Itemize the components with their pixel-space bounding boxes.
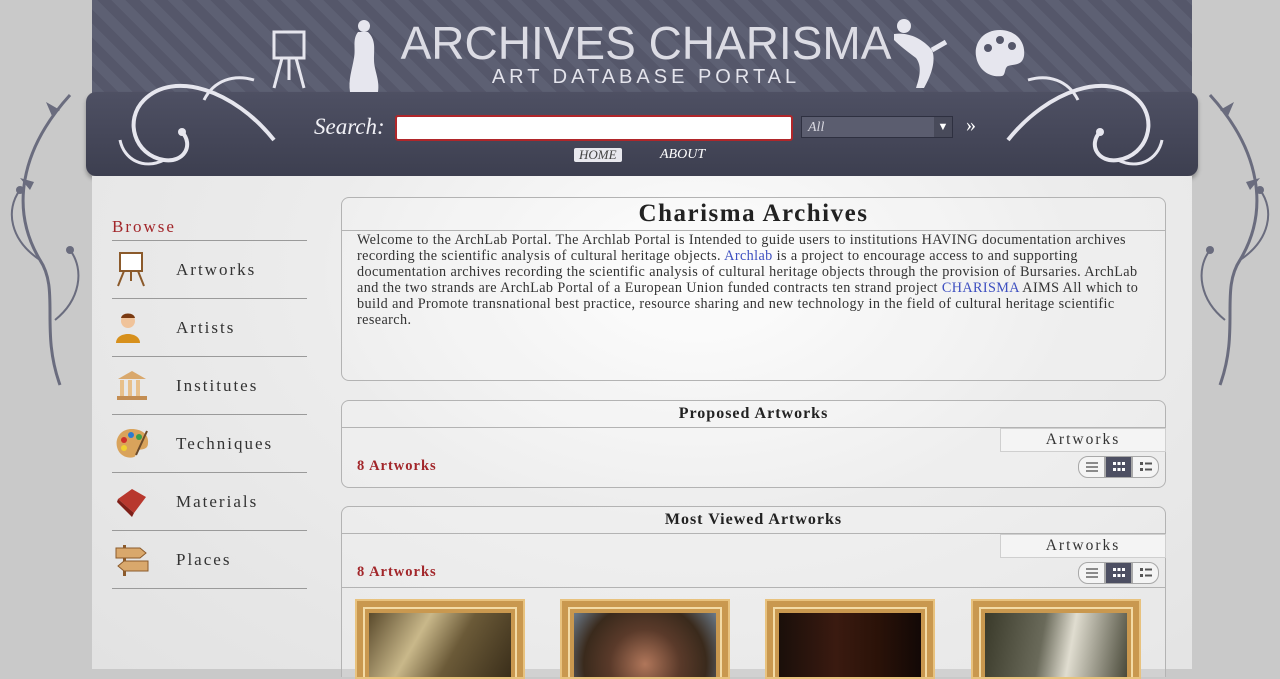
grid-view-icon — [1112, 462, 1125, 471]
search-scope-select[interactable]: All ▼ — [801, 116, 953, 138]
view-mode-toggle — [1078, 456, 1159, 478]
list-view-button[interactable] — [1078, 562, 1105, 584]
browse-item-label: Places — [176, 550, 232, 569]
nav-home-link[interactable]: HOME — [574, 148, 622, 162]
section-divider — [342, 587, 1165, 588]
easel-icon — [117, 252, 145, 287]
browse-list: Artworks Artists Institutes Techniques M… — [112, 240, 307, 589]
artwork-thumbnail[interactable] — [355, 599, 525, 679]
museum-icon — [117, 371, 147, 400]
browse-heading: Browse — [112, 217, 176, 236]
detail-view-icon — [1139, 568, 1152, 577]
left-flourish — [118, 76, 276, 166]
thumbnail-frame — [979, 607, 1133, 677]
browse-item-artworks[interactable]: Artworks — [112, 240, 307, 298]
browse-item-label: Artists — [176, 318, 236, 337]
browse-item-techniques[interactable]: Techniques — [112, 414, 307, 472]
artwork-image — [985, 613, 1127, 677]
browse-item-label: Materials — [176, 492, 259, 511]
thumbnail-frame — [363, 607, 517, 677]
list-view-button[interactable] — [1078, 456, 1105, 478]
artwork-thumbnail[interactable] — [971, 599, 1141, 679]
browse-item-artists[interactable]: Artists — [112, 298, 307, 356]
signpost-icon — [115, 545, 149, 576]
page-content: Browse Artworks Artists Institutes Techn… — [92, 176, 1192, 679]
artworks-count: 8 Artworks — [357, 564, 437, 580]
intro-panel: Charisma Archives Welcome to the ArchLab… — [341, 197, 1166, 381]
artwork-thumbnail[interactable] — [560, 599, 730, 679]
list-view-icon — [1085, 568, 1098, 578]
grid-view-button[interactable] — [1105, 562, 1132, 584]
artworks-count: 8 Artworks — [357, 458, 437, 474]
search-label: Search: — [314, 114, 385, 139]
grid-view-button[interactable] — [1105, 456, 1132, 478]
artwork-image — [369, 613, 511, 677]
artworks-tab[interactable]: Artworks — [1000, 428, 1166, 452]
thumbnail-frame — [773, 607, 927, 677]
browse-item-label: Techniques — [176, 434, 274, 453]
detail-view-button[interactable] — [1132, 562, 1159, 584]
search-input[interactable] — [395, 115, 793, 141]
site-subtitle: ART DATABASE PORTAL — [491, 66, 801, 88]
right-flourish — [1006, 76, 1164, 166]
browse-item-places[interactable]: Places — [112, 530, 307, 589]
search-scope-value: All — [808, 120, 825, 135]
site-title: ARCHIVES CHARISMA — [400, 17, 892, 69]
artwork-image — [779, 613, 921, 677]
intro-text: Welcome to the ArchLab Portal. The Archl… — [342, 231, 1165, 329]
section-title: Most Viewed Artworks — [342, 507, 1165, 534]
detail-view-icon — [1139, 462, 1152, 471]
nav-about-link[interactable]: ABOUT — [660, 147, 705, 163]
charisma-link[interactable]: CHARISMA — [942, 280, 1019, 296]
statue-icon — [349, 20, 379, 92]
site-header: ARCHIVES CHARISMA ART DATABASE PORTAL Se… — [86, 0, 1198, 176]
browse-item-label: Artworks — [176, 260, 257, 279]
artworks-tab[interactable]: Artworks — [1000, 534, 1166, 558]
left-ornament — [10, 93, 80, 386]
artwork-image — [574, 613, 716, 677]
proposed-artworks-section: Proposed Artworks Artworks 8 Artworks — [341, 400, 1166, 488]
detail-view-button[interactable] — [1132, 456, 1159, 478]
browse-item-institutes[interactable]: Institutes — [112, 356, 307, 414]
artwork-thumbnail[interactable] — [765, 599, 935, 679]
chevron-down-icon: ▼ — [934, 117, 952, 137]
thumbnail-frame — [568, 607, 722, 677]
page-title: Charisma Archives — [342, 198, 1165, 231]
search-submit-button[interactable]: » — [966, 114, 976, 137]
browse-item-materials[interactable]: Materials — [112, 472, 307, 530]
list-view-icon — [1085, 462, 1098, 472]
view-mode-toggle — [1078, 562, 1159, 584]
section-title: Proposed Artworks — [342, 401, 1165, 428]
palette-icon — [116, 429, 149, 458]
browse-item-label: Institutes — [176, 376, 259, 395]
discus-thrower-icon — [894, 19, 948, 88]
material-icon — [117, 489, 146, 517]
archlab-link[interactable]: Archlab — [724, 248, 773, 264]
grid-view-icon — [1112, 568, 1125, 577]
most-viewed-artworks-section: Most Viewed Artworks Artworks 8 Artworks — [341, 506, 1166, 679]
person-icon — [116, 313, 140, 343]
right-ornament — [1200, 93, 1270, 386]
